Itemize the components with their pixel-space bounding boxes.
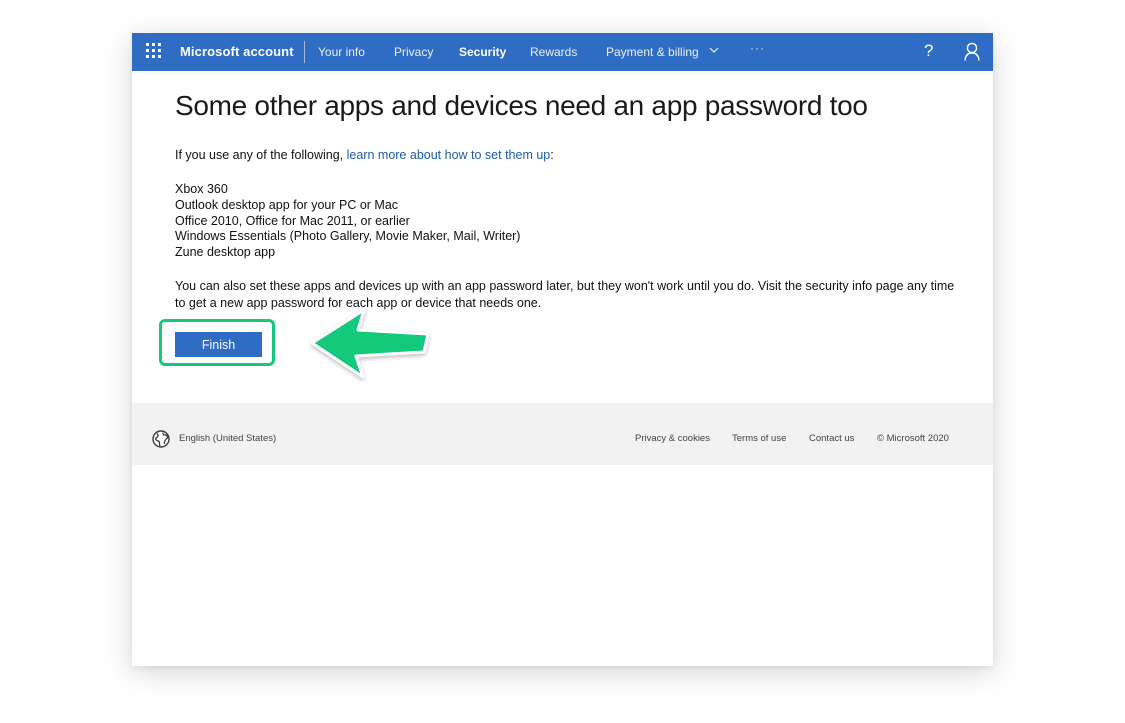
later-setup-text: You can also set these apps and devices … (175, 279, 955, 310)
footer-link-privacy-cookies[interactable]: Privacy & cookies (635, 433, 710, 444)
footer: English (United States) Privacy & cookie… (132, 403, 993, 465)
list-item: Office 2010, Office for Mac 2011, or ear… (175, 213, 410, 228)
app-list: Xbox 360 Outlook desktop app for your PC… (175, 182, 520, 261)
intro-prefix: If you use any of the following, (175, 148, 347, 162)
top-navigation-bar: Microsoft account Your info Privacy Secu… (132, 33, 993, 71)
learn-more-link[interactable]: learn more about how to set them up (347, 148, 551, 162)
footer-link-terms[interactable]: Terms of use (732, 433, 786, 444)
finish-button[interactable]: Finish (175, 332, 262, 357)
footer-copyright: © Microsoft 2020 (877, 433, 949, 444)
waffle-icon[interactable] (146, 43, 161, 58)
nav-security[interactable]: Security (459, 45, 506, 59)
help-icon[interactable]: ? (924, 41, 933, 61)
locale-selector[interactable]: English (United States) (179, 433, 276, 444)
footer-link-contact[interactable]: Contact us (809, 433, 854, 444)
list-item: Zune desktop app (175, 245, 276, 260)
green-arrow-annotation (310, 308, 430, 379)
brand-title[interactable]: Microsoft account (180, 44, 294, 59)
list-item: Outlook desktop app for your PC or Mac (175, 197, 399, 212)
globe-icon (152, 430, 170, 448)
list-item: Windows Essentials (Photo Gallery, Movie… (175, 229, 521, 244)
more-menu[interactable]: ··· (750, 41, 765, 55)
page-title: Some other apps and devices need an app … (175, 90, 868, 121)
list-item: Xbox 360 (175, 182, 228, 196)
main-content: Some other apps and devices need an app … (175, 90, 965, 309)
chevron-down-icon[interactable] (709, 45, 719, 55)
nav-your-info[interactable]: Your info (318, 45, 365, 59)
nav-payment-billing[interactable]: Payment & billing (606, 45, 699, 59)
user-icon[interactable] (964, 42, 980, 61)
intro-suffix: : (550, 148, 554, 162)
nav-rewards[interactable]: Rewards (530, 45, 577, 59)
nav-divider (304, 41, 305, 63)
intro-text: If you use any of the following, learn m… (175, 148, 554, 162)
nav-privacy[interactable]: Privacy (394, 45, 433, 59)
